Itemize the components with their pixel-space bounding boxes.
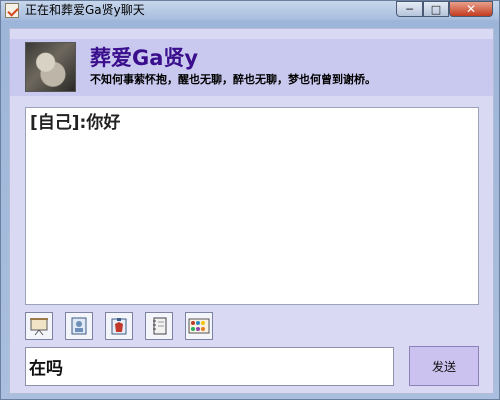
contact-signature: 不知何事萦怀抱，醒也无聊，醉也无聊，梦也何曾到谢桥。 [90,73,376,86]
close-button[interactable]: ✕ [449,1,493,17]
minimize-icon: ─ [406,2,413,16]
palette-icon [188,318,210,334]
screen-icon [30,318,48,336]
screen-button[interactable] [25,312,53,340]
contact-name: 葬爱Ga贤y [90,46,199,70]
contact-card-button[interactable] [65,312,93,340]
window-title: 正在和葬爱Ga贤y聊天 [25,3,145,17]
chat-history[interactable]: [自己]:你好 [25,107,479,305]
close-icon: ✕ [465,2,477,16]
chat-window: 正在和葬爱Ga贤y聊天 ─ □ ✕ 葬爱Ga贤y 不知何事萦怀抱，醒也无聊，醉也… [0,0,500,400]
chat-message: [自己]:你好 [30,113,121,133]
minimize-button[interactable]: ─ [396,1,423,17]
java-app-icon [5,3,19,18]
message-input[interactable] [25,347,394,386]
avatar[interactable] [25,42,76,92]
contact-header: 葬爱Ga贤y 不知何事萦怀抱，醒也无聊，醉也无聊，梦也何曾到谢桥。 [10,39,493,96]
palette-button[interactable] [185,312,213,340]
contact-card-icon [71,317,87,335]
notebook-icon [153,317,167,335]
maximize-button[interactable]: □ [423,1,449,17]
send-button[interactable]: 发送 [409,346,479,386]
client-area: 葬爱Ga贤y 不知何事萦怀抱，醒也无聊，醉也无聊，梦也何曾到谢桥。 [自己]:你… [9,28,494,394]
title-bar[interactable]: 正在和葬爱Ga贤y聊天 ─ □ ✕ [1,1,499,21]
profile-icon [111,318,127,335]
maximize-icon: □ [430,2,442,16]
profile-button[interactable] [105,312,133,340]
notebook-button[interactable] [145,312,173,340]
